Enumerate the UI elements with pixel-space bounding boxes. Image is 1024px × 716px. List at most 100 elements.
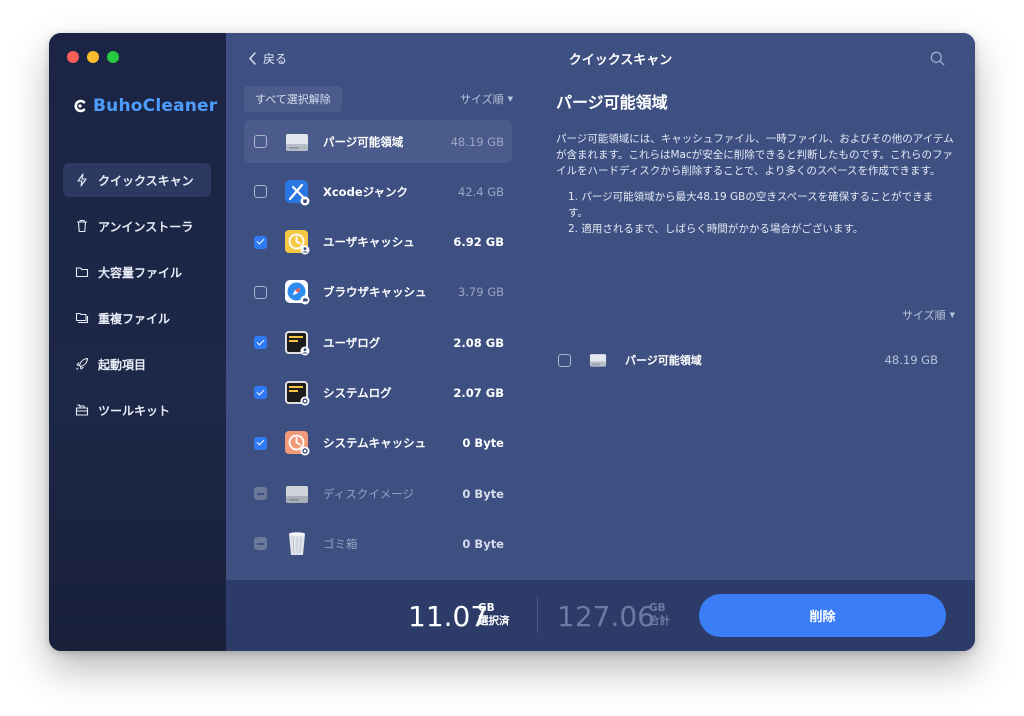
sidebar-item-duplicate-files[interactable]: 重複ファイル — [63, 301, 211, 335]
detail-title: パージ可能領域 — [556, 93, 668, 112]
item-name: ユーザキャッシュ — [323, 235, 415, 250]
total-label: 合計 — [649, 615, 670, 627]
drive-icon — [589, 354, 607, 367]
sidebar-item-uninstaller[interactable]: アンインストーラ — [63, 209, 211, 243]
item-size: 0 Byte — [462, 486, 504, 501]
list-item-user-log[interactable]: ユーザログ 2.08 GB — [244, 321, 512, 364]
zoom-window-button[interactable] — [107, 51, 119, 63]
total-size-unit: GB 合計 — [649, 602, 670, 628]
sidebar-item-label: アンインストーラ — [98, 219, 194, 234]
detail-note: 1. パージ可能領域から最大48.19 GBの空きスペースを確保することができま… — [568, 191, 934, 219]
system-log-icon — [285, 380, 310, 406]
window-controls — [67, 51, 119, 63]
sidebar-item-quick-scan[interactable]: クイックスキャン — [63, 163, 211, 197]
category-list-panel: すべて選択解除 サイズ順 ▼ パージ可能領域 48.19 GB Xcodeジャン… — [244, 85, 519, 573]
bin-icon — [289, 532, 305, 555]
footer-divider — [537, 597, 538, 633]
file-name: パージ可能領域 — [625, 354, 702, 367]
selected-unit: GB — [478, 602, 495, 614]
selected-size-unit: GB 選択済 — [478, 602, 510, 628]
checkbox[interactable] — [254, 235, 267, 249]
checkbox[interactable] — [254, 135, 267, 148]
sort-label: サイズ順 — [901, 309, 946, 322]
sidebar-item-toolkit[interactable]: ツールキット — [63, 393, 211, 427]
total-size-value: 127.06 — [557, 600, 655, 633]
user-cache-icon — [285, 230, 310, 255]
checkbox[interactable] — [254, 185, 267, 199]
sidebar-item-label: 起動項目 — [98, 357, 147, 372]
detail-file-row[interactable]: パージ可能領域 48.19 GB — [558, 347, 938, 373]
item-name: ディスクイメージ — [323, 486, 414, 501]
checkbox[interactable] — [254, 386, 267, 400]
list-header: すべて選択解除 サイズ順 ▼ — [244, 85, 519, 113]
trash-icon — [77, 219, 87, 233]
item-name: ゴミ箱 — [323, 536, 358, 551]
title-bar: 戻る クイックスキャン — [226, 33, 975, 81]
brand-name: BuhoCleaner — [93, 96, 218, 116]
folder-icon — [75, 267, 89, 278]
deselect-all-button[interactable]: すべて選択解除 — [244, 86, 342, 112]
list-item-browser-cache[interactable]: ブラウザキャッシュ 3.79 GB — [244, 271, 512, 314]
detail-sort-dropdown[interactable]: サイズ順 ▼ — [902, 307, 955, 323]
user-log-icon — [285, 330, 310, 356]
list-item-xcode-junk[interactable]: Xcodeジャンク 42.4 GB — [244, 170, 512, 213]
sidebar-item-large-files[interactable]: 大容量ファイル — [63, 255, 211, 289]
system-cache-icon — [285, 431, 310, 456]
item-size: 0 Byte — [462, 536, 504, 551]
list-item-disk-image[interactable]: ディスクイメージ 0 Byte — [244, 472, 512, 515]
page-title: クイックスキャン — [568, 53, 673, 68]
sidebar-item-label: 大容量ファイル — [98, 265, 183, 280]
item-name: Xcodeジャンク — [323, 184, 409, 199]
sidebar-item-startup-items[interactable]: 起動項目 — [63, 347, 211, 381]
sidebar-nav: クイックスキャン アンインストーラ 大容量ファイル 重複ファイル 起動項目 ツー… — [63, 163, 211, 439]
item-name: パージ可能領域 — [323, 134, 404, 149]
item-name: ブラウザキャッシュ — [323, 285, 427, 300]
toolkit-icon — [75, 404, 89, 416]
delete-button[interactable]: 削除 — [699, 594, 946, 637]
sidebar-item-label: クイックスキャン — [98, 173, 194, 188]
checkbox[interactable] — [254, 285, 267, 299]
main-panel: 戻る クイックスキャン すべて選択解除 サイズ順 ▼ パージ可能領域 48.19… — [226, 33, 975, 651]
sort-label: サイズ順 — [459, 93, 504, 106]
item-size: 48.19 GB — [450, 134, 504, 149]
checkbox[interactable] — [558, 353, 571, 367]
sidebar: BuhoCleaner クイックスキャン アンインストーラ 大容量ファイル 重複… — [49, 33, 226, 651]
file-size: 48.19 GB — [884, 353, 938, 367]
list-item-system-log[interactable]: システムログ 2.07 GB — [244, 371, 512, 414]
total-unit: GB — [649, 602, 666, 614]
rocket-icon — [76, 357, 89, 370]
item-name: システムキャッシュ — [323, 436, 427, 451]
item-name: ユーザログ — [323, 335, 381, 350]
detail-description: パージ可能領域には、キャッシュファイル、一時ファイル、およびその他のアイテムが含… — [556, 133, 954, 177]
item-size: 2.07 GB — [453, 385, 504, 400]
list-item-user-cache[interactable]: ユーザキャッシュ 6.92 GB — [244, 221, 512, 264]
checkbox — [254, 537, 267, 551]
item-size: 2.08 GB — [453, 335, 504, 350]
list-item-purgeable-space[interactable]: パージ可能領域 48.19 GB — [244, 120, 512, 163]
item-size: 6.92 GB — [453, 235, 504, 250]
drive-icon — [286, 133, 308, 151]
buho-logo-icon — [74, 99, 86, 113]
sidebar-item-label: ツールキット — [98, 403, 171, 418]
category-list: パージ可能領域 48.19 GB Xcodeジャンク 42.4 GB ユーザキャ… — [244, 120, 519, 565]
sort-dropdown[interactable]: サイズ順 ▼ — [460, 91, 519, 107]
list-item-bin[interactable]: ゴミ箱 0 Byte — [244, 522, 512, 565]
checkbox[interactable] — [254, 436, 267, 450]
selected-label: 選択済 — [478, 615, 510, 627]
minimize-window-button[interactable] — [87, 51, 99, 63]
caret-down-icon: ▼ — [949, 311, 955, 319]
item-size: 3.79 GB — [457, 285, 504, 300]
selected-size-value: 11.07 — [408, 600, 489, 633]
checkbox[interactable] — [254, 336, 267, 350]
footer-bar: 11.07 GB 選択済 127.06 GB 合計 削除 — [226, 580, 975, 651]
detail-panel: パージ可能領域 パージ可能領域には、キャッシュファイル、一時ファイル、およびその… — [556, 85, 961, 367]
app-window: BuhoCleaner クイックスキャン アンインストーラ 大容量ファイル 重複… — [49, 33, 975, 651]
search-icon[interactable] — [930, 51, 945, 66]
disk-image-icon — [286, 485, 308, 503]
list-item-system-cache[interactable]: システムキャッシュ 0 Byte — [244, 422, 512, 465]
close-window-button[interactable] — [67, 51, 79, 63]
xcode-icon — [285, 179, 310, 206]
brand-logo: BuhoCleaner — [73, 96, 217, 116]
lightning-icon — [77, 173, 87, 187]
caret-down-icon: ▼ — [507, 95, 513, 103]
